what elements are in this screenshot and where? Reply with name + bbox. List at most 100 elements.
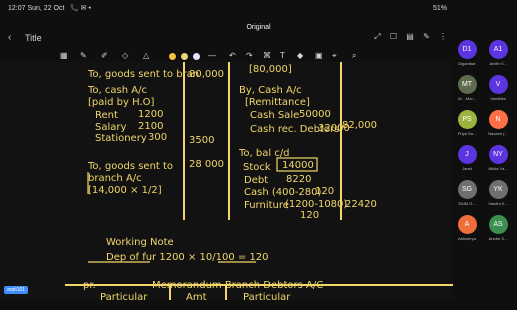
note-right-4-value: 50000: [299, 109, 331, 120]
text-icon[interactable]: T: [280, 51, 285, 60]
status-bar: 12:07 Sun, 22 Oct 📞 ✉ • 51%: [0, 0, 453, 18]
participant-4[interactable]: V Vandhita: [486, 75, 510, 101]
avatar: NY: [488, 145, 508, 164]
working-note-title: Working Note: [106, 237, 174, 248]
avatar: MT: [457, 75, 477, 94]
participant-name: M... Mor...: [458, 96, 476, 101]
pen-icon[interactable]: ✎: [423, 32, 430, 41]
participant-name: Vandhita: [490, 96, 506, 101]
note-left-5: Salary: [95, 122, 126, 133]
grid-icon[interactable]: ▦: [60, 51, 68, 60]
note-right-9-value: 120: [315, 186, 334, 197]
avatar: N: [488, 110, 508, 129]
bottom-title: Memorandum Branch Debtors A/C: [152, 280, 323, 291]
expand-icon[interactable]: ⤢: [374, 32, 380, 41]
participant-panel: D1 Digambar A1 Amith V... MT M... Mor...…: [455, 40, 517, 300]
note-right-4: Cash Sale: [250, 110, 299, 121]
avatar: J: [457, 145, 477, 164]
participant-5[interactable]: PS Priya Sa...: [455, 110, 479, 136]
color-yellow[interactable]: [169, 53, 176, 60]
note-canvas[interactable]: To, goods sent to bran 80,000 To, cash A…: [0, 62, 453, 303]
note-left-total: 3500: [189, 135, 214, 146]
participant-name: Priya Sa...: [457, 131, 477, 136]
note-right-7: Stock: [243, 162, 271, 173]
redo-icon[interactable]: ↷: [246, 51, 253, 60]
bottom-col-1: Particular: [100, 292, 148, 300]
note-left-5-value: 2100: [138, 121, 163, 132]
note-right-10-value: (1200-1080): [285, 199, 347, 210]
user-chip: arpit101: [4, 286, 29, 294]
bottom-col-2: Amt: [186, 292, 207, 300]
participant-name: Naveen (...: [488, 131, 508, 136]
participant-name: Digambar: [458, 61, 476, 66]
participant-1[interactable]: D1 Digambar: [455, 40, 479, 66]
eraser-icon[interactable]: ◇: [122, 51, 128, 60]
note-right-total: 82,000: [342, 120, 377, 131]
note-right-10-sub: 120: [300, 210, 319, 221]
participant-10[interactable]: YK Vandhi K...: [486, 180, 510, 206]
participant-name: Amith V...: [489, 61, 507, 66]
note-right-3: [Remittance]: [245, 97, 310, 108]
note-right-8-value: 8220: [286, 174, 311, 185]
avatar: SG: [457, 180, 477, 199]
note-left-3: [paid by H.O]: [88, 97, 155, 108]
note-right-2: By, Cash A/c: [239, 85, 302, 96]
color-light-yellow[interactable]: [181, 53, 188, 60]
note-right-9: Cash (400-280): [244, 187, 322, 198]
color-white[interactable]: [193, 53, 200, 60]
note-left-7: To, goods sent to: [87, 161, 173, 172]
note-right-8: Debt: [244, 175, 268, 186]
participant-12[interactable]: AS Anubh S...: [486, 215, 510, 241]
note-left-1-value: 80,000: [189, 69, 224, 80]
marker-icon[interactable]: ✐: [101, 51, 108, 60]
note-right-1: [80,000]: [249, 64, 292, 75]
status-icons: 📞 ✉ •: [70, 5, 91, 12]
pen-tool-icon[interactable]: ✎: [80, 51, 87, 60]
note-right-10-total: 22420: [345, 199, 377, 210]
image-icon[interactable]: ▣: [315, 51, 323, 60]
ruler-icon[interactable]: ⌖: [332, 51, 337, 61]
pages-icon[interactable]: ▤: [406, 32, 414, 41]
participant-6[interactable]: N Naveen (...: [486, 110, 510, 136]
book-icon[interactable]: ☐: [390, 32, 397, 41]
handwritten-notes: To, goods sent to bran 80,000 To, cash A…: [0, 62, 453, 303]
avatar: A: [457, 215, 477, 234]
lasso-icon[interactable]: ⌘: [263, 51, 271, 60]
app-bar: ‹ Title ⤢ ☐ ▤ ✎ ⋮: [0, 30, 453, 46]
note-left-4-value: 1200: [138, 109, 163, 120]
participant-8[interactable]: NY Nikita Ya...: [486, 145, 510, 171]
bottom-label-pr: pr.: [83, 280, 96, 291]
note-right-7-value: 14000: [282, 160, 314, 171]
note-left-6-value: 300: [148, 132, 167, 143]
back-arrow-icon[interactable]: ‹: [8, 32, 11, 43]
zoom-icon[interactable]: ⌕: [352, 51, 356, 61]
app-actions: ⤢ ☐ ▤ ✎ ⋮: [367, 32, 447, 42]
avatar: AS: [488, 215, 508, 234]
note-left-1: To, goods sent to bran: [87, 69, 199, 80]
participant-name: Abhishrya: [458, 236, 476, 241]
note-left-2: To, cash A/c: [87, 85, 147, 96]
participant-2[interactable]: A1 Amith V...: [486, 40, 510, 66]
participant-name: Vandhi K...: [488, 201, 508, 206]
avatar: A1: [488, 40, 508, 59]
line-icon[interactable]: —: [208, 51, 216, 60]
page-title: Title: [25, 33, 42, 43]
avatar: V: [488, 75, 508, 94]
shape-icon[interactable]: △: [143, 51, 149, 60]
note-left-4: Rent: [95, 110, 118, 121]
note-left-9: [14,000 × 1/2]: [88, 185, 162, 196]
participant-7[interactable]: J Janet: [455, 145, 479, 171]
avatar: D1: [457, 40, 477, 59]
note-left-6: Stationery: [95, 133, 147, 144]
battery-status: 51%: [432, 5, 447, 12]
fill-icon[interactable]: ◆: [297, 51, 303, 60]
participant-3[interactable]: MT M... Mor...: [455, 75, 479, 101]
participant-9[interactable]: SG SAIM G...: [455, 180, 479, 206]
participant-name: Janet: [462, 166, 472, 171]
avatar: PS: [457, 110, 477, 129]
bottom-col-3: Particular: [243, 292, 291, 300]
avatar: YK: [488, 180, 508, 199]
menu-icon[interactable]: ⋮: [439, 32, 447, 41]
participant-11[interactable]: A Abhishrya: [455, 215, 479, 241]
undo-icon[interactable]: ↶: [229, 51, 236, 60]
